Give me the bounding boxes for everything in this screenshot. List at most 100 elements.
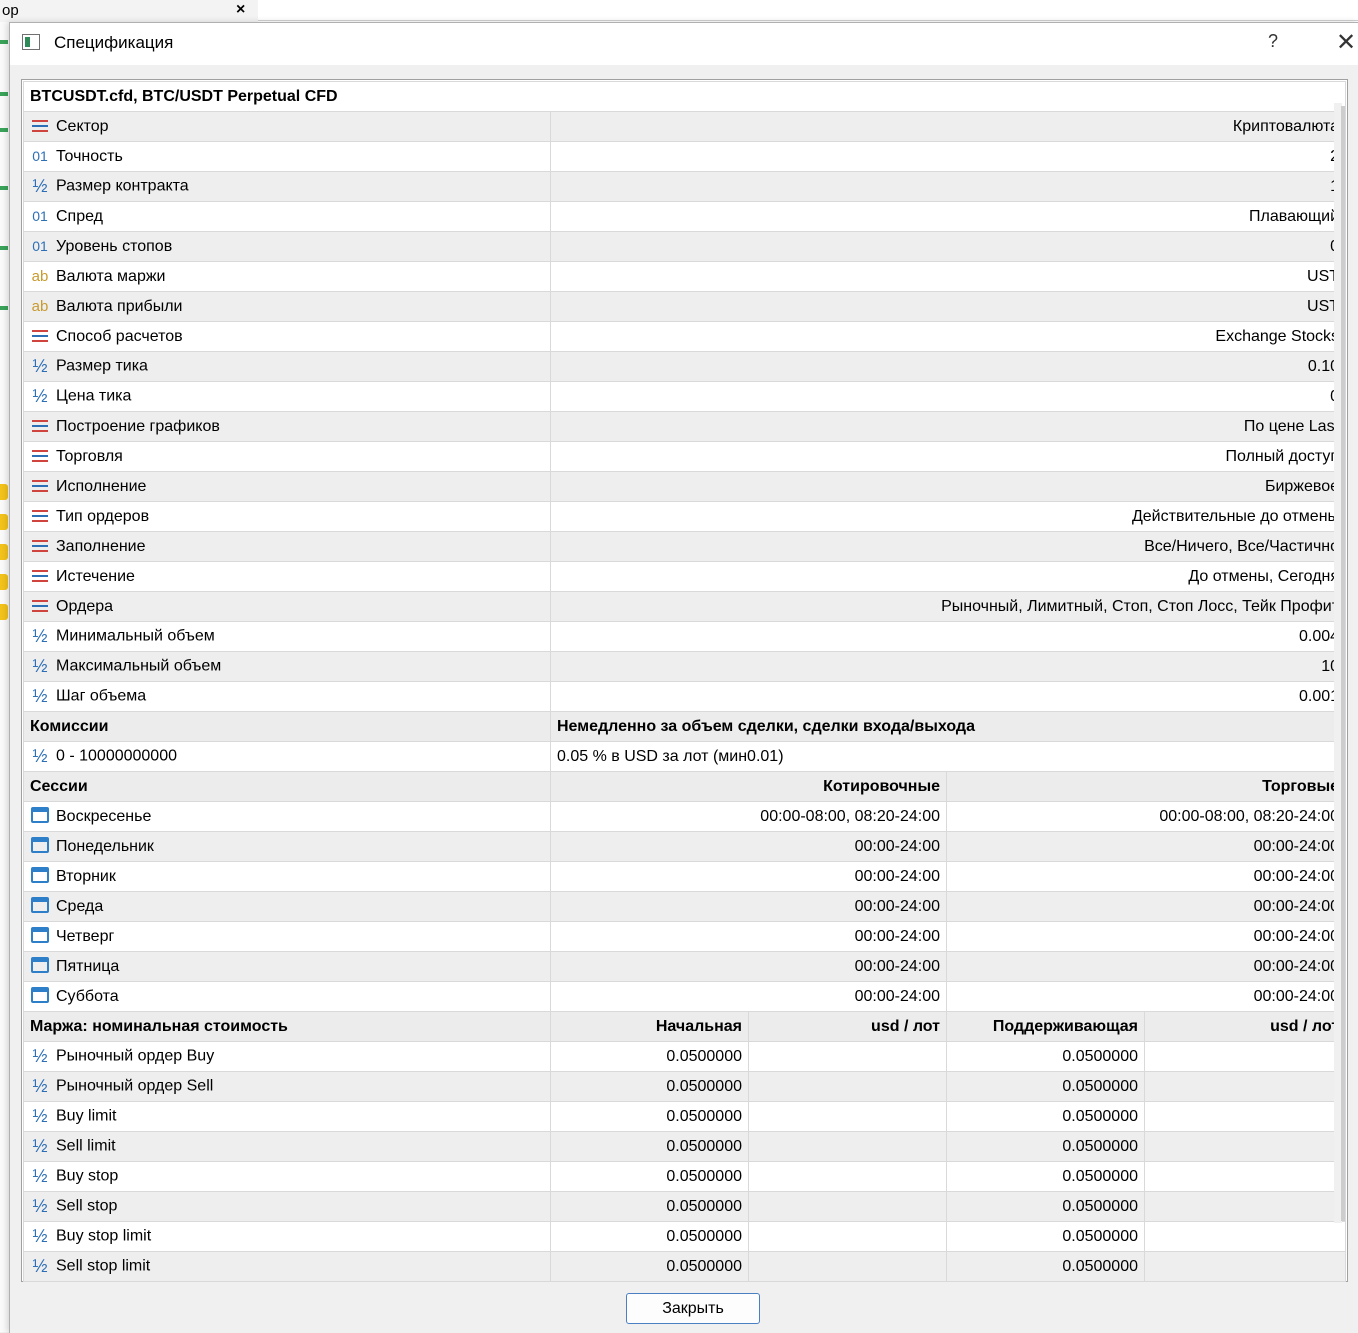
- margin-initial-unit: [748, 1041, 947, 1072]
- commission-row[interactable]: ½ 0 - 10000000000 0.05 % в USD за лот (мин…: [23, 741, 1347, 772]
- margin-row[interactable]: ½ Sell limit 0.0500000 0.0500000: [23, 1131, 1347, 1162]
- margin-initial: 0.0500000: [550, 1041, 749, 1072]
- property-row[interactable]: Исполнение Биржевое: [23, 471, 1347, 502]
- property-label-cell: Построение графиков: [23, 411, 551, 442]
- number-icon: 01: [32, 208, 48, 225]
- margin-maintenance-unit: [1143, 1161, 1347, 1192]
- session-trade: 00:00-24:00: [945, 831, 1347, 862]
- session-row[interactable]: Воскресенье 00:00-08:00, 08:20-24:00 00:00…: [23, 801, 1347, 832]
- property-row[interactable]: ab Валюта прибыли UST: [23, 291, 1347, 322]
- margin-initial-unit: [748, 1071, 947, 1102]
- close-icon[interactable]: ✕: [1336, 28, 1356, 57]
- property-value: 0.001: [549, 681, 1347, 712]
- session-quote: 00:00-24:00: [550, 861, 947, 892]
- property-value: Биржевое: [549, 471, 1347, 502]
- calendar-icon: [30, 896, 50, 917]
- margin-order-type: Рыночный ордер Buy: [56, 1047, 215, 1065]
- property-row[interactable]: ½ Цена тика 0: [23, 381, 1347, 412]
- property-label-cell: Торговля: [23, 441, 551, 472]
- session-row[interactable]: Среда 00:00-24:00 00:00-24:00: [23, 891, 1347, 922]
- list-icon: [30, 508, 50, 525]
- property-row[interactable]: ½ Размер контракта 1: [23, 171, 1347, 202]
- scrollbar-thumb[interactable]: [1341, 106, 1345, 1221]
- property-row[interactable]: Способ расчетов Exchange Stocks: [23, 321, 1347, 352]
- property-label-cell: 01 Уровень стопов: [23, 231, 551, 262]
- list-icon: [30, 118, 50, 135]
- property-label-cell: ½ Шаг объема: [23, 681, 551, 712]
- margin-order-type: Buy limit: [56, 1107, 117, 1125]
- margin-row[interactable]: ½ Buy stop 0.0500000 0.0500000: [23, 1161, 1347, 1192]
- property-row[interactable]: 01 Точность 2: [23, 141, 1347, 172]
- session-row[interactable]: Понедельник 00:00-24:00 00:00-24:00: [23, 831, 1347, 862]
- property-row[interactable]: 01 Уровень стопов 0: [23, 231, 1347, 262]
- session-row[interactable]: Вторник 00:00-24:00 00:00-24:00: [23, 861, 1347, 892]
- session-row[interactable]: Суббота 00:00-24:00 00:00-24:00: [23, 981, 1347, 1012]
- margin-row[interactable]: ½ Buy stop limit 0.0500000 0.0500000: [23, 1221, 1347, 1252]
- text-icon: ab: [31, 297, 49, 315]
- margin-maintenance-unit: [1143, 1191, 1347, 1222]
- window-icon: [22, 34, 40, 50]
- property-label-cell: Истечение: [23, 561, 551, 592]
- margin-row[interactable]: ½ Sell stop limit 0.0500000 0.0500000: [23, 1251, 1347, 1282]
- property-row[interactable]: ½ Шаг объема 0.001: [23, 681, 1347, 712]
- margin-row[interactable]: ½ Рыночный ордер Sell 0.0500000 0.0500000: [23, 1071, 1347, 1102]
- margin-row[interactable]: ½ Buy limit 0.0500000 0.0500000: [23, 1101, 1347, 1132]
- property-label: Размер тика: [56, 357, 148, 375]
- session-row[interactable]: Четверг 00:00-24:00 00:00-24:00: [23, 921, 1347, 952]
- calendar-icon: [30, 956, 50, 977]
- property-row[interactable]: Ордера Рыночный, Лимитный, Стоп, Стоп Лос…: [23, 591, 1347, 622]
- property-value: Плавающий: [549, 201, 1347, 232]
- margin-header-row: Маржа: номинальная стоимость Начальная usd…: [23, 1011, 1347, 1042]
- property-row[interactable]: Истечение До отмены, Сегодня: [23, 561, 1347, 592]
- property-label-cell: ½ Размер контракта: [23, 171, 551, 202]
- property-label-cell: Способ расчетов: [23, 321, 551, 352]
- property-label-cell: Заполнение: [23, 531, 551, 562]
- margin-maintenance-unit: [1143, 1221, 1347, 1252]
- property-row[interactable]: Сектор Криптовалюта: [23, 111, 1347, 142]
- property-label-cell: 01 Спред: [23, 201, 551, 232]
- help-button[interactable]: ?: [1268, 31, 1278, 52]
- margin-maintenance: 0.0500000: [946, 1071, 1145, 1102]
- session-trade: 00:00-24:00: [945, 861, 1347, 892]
- margin-maintenance: 0.0500000: [946, 1161, 1145, 1192]
- calendar-icon: [30, 986, 50, 1007]
- background-folder-icon: [0, 574, 8, 590]
- property-label: Торговля: [56, 447, 123, 465]
- background-toolbar: [258, 0, 1358, 21]
- margin-order-type: Рыночный ордер Sell: [56, 1077, 214, 1095]
- property-row[interactable]: Тип ордеров Действительные до отмены: [23, 501, 1347, 532]
- property-row[interactable]: Торговля Полный доступ: [23, 441, 1347, 472]
- margin-row[interactable]: ½ Sell stop 0.0500000 0.0500000: [23, 1191, 1347, 1222]
- close-button[interactable]: Закрыть: [626, 1293, 760, 1324]
- session-quote: 00:00-24:00: [550, 981, 947, 1012]
- property-row[interactable]: ½ Размер тика 0.10: [23, 351, 1347, 382]
- session-row[interactable]: Пятница 00:00-24:00 00:00-24:00: [23, 951, 1347, 982]
- property-row[interactable]: ½ Максимальный объем 10: [23, 651, 1347, 682]
- margin-maintenance: 0.0500000: [946, 1041, 1145, 1072]
- property-value: Рыночный, Лимитный, Стоп, Стоп Лосс, Тей…: [549, 591, 1347, 622]
- property-row[interactable]: ab Валюта маржи UST: [23, 261, 1347, 292]
- margin-unit-header: usd / лот: [748, 1011, 947, 1042]
- margin-maintenance-unit: [1143, 1131, 1347, 1162]
- title-bar[interactable]: Спецификация ? ✕: [10, 23, 1358, 65]
- sessions-quote-header: Котировочные: [550, 771, 947, 802]
- background-tab-close-icon[interactable]: ×: [236, 1, 245, 19]
- fraction-icon: ½: [32, 176, 48, 196]
- background-folder-icon: [0, 484, 8, 500]
- property-row[interactable]: Построение графиков По цене Last: [23, 411, 1347, 442]
- session-day: Воскресенье: [56, 807, 152, 825]
- background-folder-icon: [0, 514, 8, 530]
- background-tab[interactable]: ор ×: [0, 0, 258, 23]
- margin-row[interactable]: ½ Рыночный ордер Buy 0.0500000 0.0500000: [23, 1041, 1347, 1072]
- property-row[interactable]: Заполнение Все/Ничего, Все/Частично: [23, 531, 1347, 562]
- property-row[interactable]: ½ Минимальный объем 0.004: [23, 621, 1347, 652]
- property-label-cell: Ордера: [23, 591, 551, 622]
- property-label-cell: Исполнение: [23, 471, 551, 502]
- property-label: Минимальный объем: [56, 627, 215, 645]
- property-row[interactable]: 01 Спред Плавающий: [23, 201, 1347, 232]
- property-value: 2: [549, 141, 1347, 172]
- margin-initial-unit: [748, 1101, 947, 1132]
- fraction-icon: ½: [32, 626, 48, 646]
- property-value: 0.10: [549, 351, 1347, 382]
- list-icon: [30, 418, 50, 435]
